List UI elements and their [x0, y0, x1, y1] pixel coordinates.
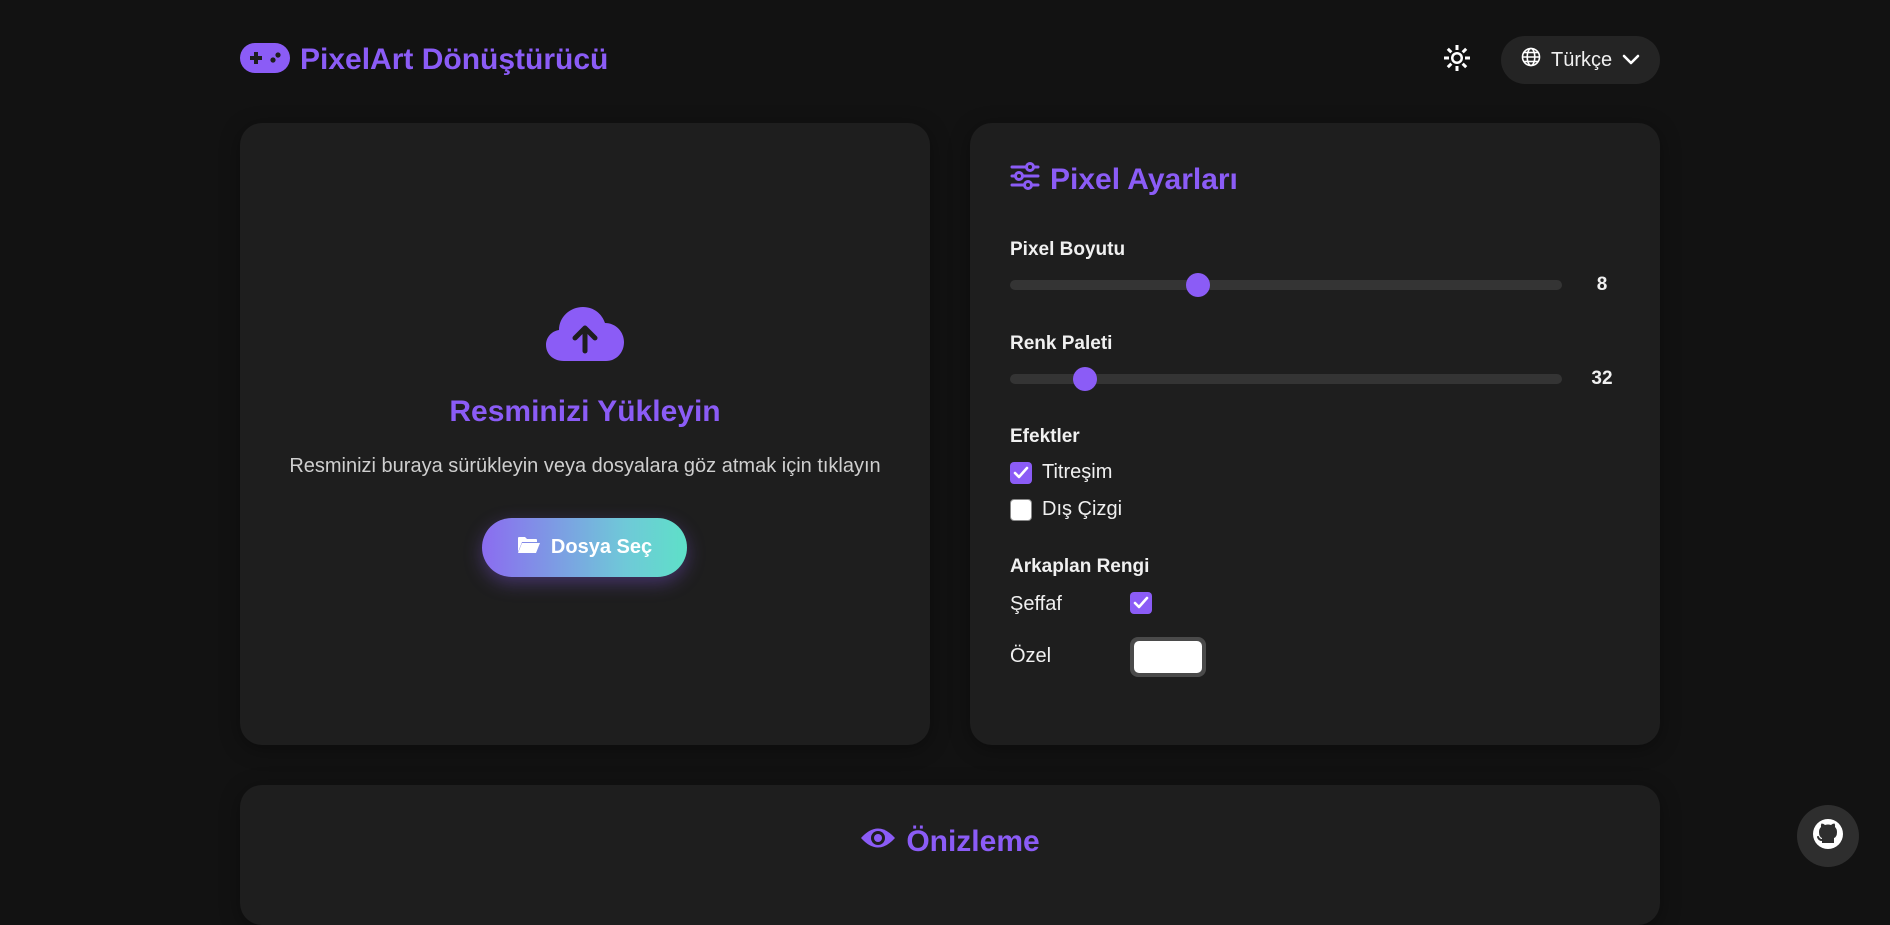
pixel-size-slider-thumb[interactable]: [1185, 273, 1210, 297]
effect-dither-label: Titreşim: [1042, 461, 1113, 483]
preview-panel: Önizleme: [240, 785, 1660, 925]
pixel-size-label: Pixel Boyutu: [1010, 239, 1126, 260]
effect-outline-checkbox[interactable]: [1010, 498, 1032, 521]
transparent-checkbox[interactable]: [1130, 592, 1152, 614]
effect-dither-checkbox[interactable]: [1010, 461, 1032, 484]
preview-heading: Önizleme: [240, 825, 1660, 859]
folder-open-icon: [517, 536, 541, 560]
brand[interactable]: PixelArt Dönüştürücü: [240, 42, 609, 78]
header-actions: Türkçe: [1441, 36, 1660, 84]
sliders-icon: [1010, 161, 1040, 199]
effect-outline-option[interactable]: Dış Çizgi: [1010, 498, 1122, 521]
github-button[interactable]: [1797, 805, 1859, 867]
gamepad-icon: [240, 42, 290, 78]
palette-label: Renk Paleti: [1010, 333, 1113, 354]
github-icon: [1812, 818, 1844, 855]
custom-color-picker[interactable]: [1130, 637, 1206, 677]
choose-file-button[interactable]: Dosya Seç: [482, 518, 687, 577]
choose-file-label: Dosya Seç: [550, 536, 653, 558]
custom-color-swatch: [1134, 641, 1202, 673]
globe-icon: [1521, 47, 1541, 73]
palette-slider-thumb[interactable]: [1072, 367, 1097, 391]
settings-heading: Pixel Ayarları: [1010, 161, 1238, 199]
eye-icon: [860, 825, 896, 859]
transparent-label: Şeffaf: [1010, 593, 1062, 615]
language-label: Türkçe: [1551, 48, 1613, 71]
pixel-size-slider[interactable]: [1010, 273, 1562, 297]
effect-outline-label: Dış Çizgi: [1042, 498, 1123, 520]
settings-title: Pixel Ayarları: [1050, 163, 1238, 196]
effects-label: Efektler: [1010, 426, 1080, 447]
background-color-label: Arkaplan Rengi: [1010, 556, 1150, 577]
app-title: PixelArt Dönüştürücü: [300, 43, 609, 76]
palette-value: 32: [1591, 368, 1613, 389]
preview-title: Önizleme: [906, 825, 1040, 858]
cloud-upload-icon: [546, 307, 624, 368]
language-select[interactable]: Türkçe: [1501, 36, 1660, 84]
upload-title: Resminizi Yükleyin: [449, 395, 721, 428]
app-header: PixelArt Dönüştürücü Türkçe: [240, 36, 1660, 84]
chevron-down-icon: [1622, 49, 1640, 72]
sun-icon: [1444, 44, 1470, 76]
effect-dither-option[interactable]: Titreşim: [1010, 461, 1112, 484]
settings-panel: Pixel Ayarları Pixel Boyutu 8 Renk Palet…: [970, 123, 1660, 745]
upload-dropzone[interactable]: Resminizi Yükleyin Resminizi buraya sürü…: [240, 123, 930, 745]
theme-toggle-button[interactable]: [1441, 44, 1473, 76]
upload-description: Resminizi buraya sürükleyin veya dosyala…: [289, 455, 881, 477]
palette-slider[interactable]: [1010, 367, 1562, 391]
custom-color-label: Özel: [1010, 645, 1052, 667]
pixel-size-value: 8: [1596, 274, 1608, 295]
